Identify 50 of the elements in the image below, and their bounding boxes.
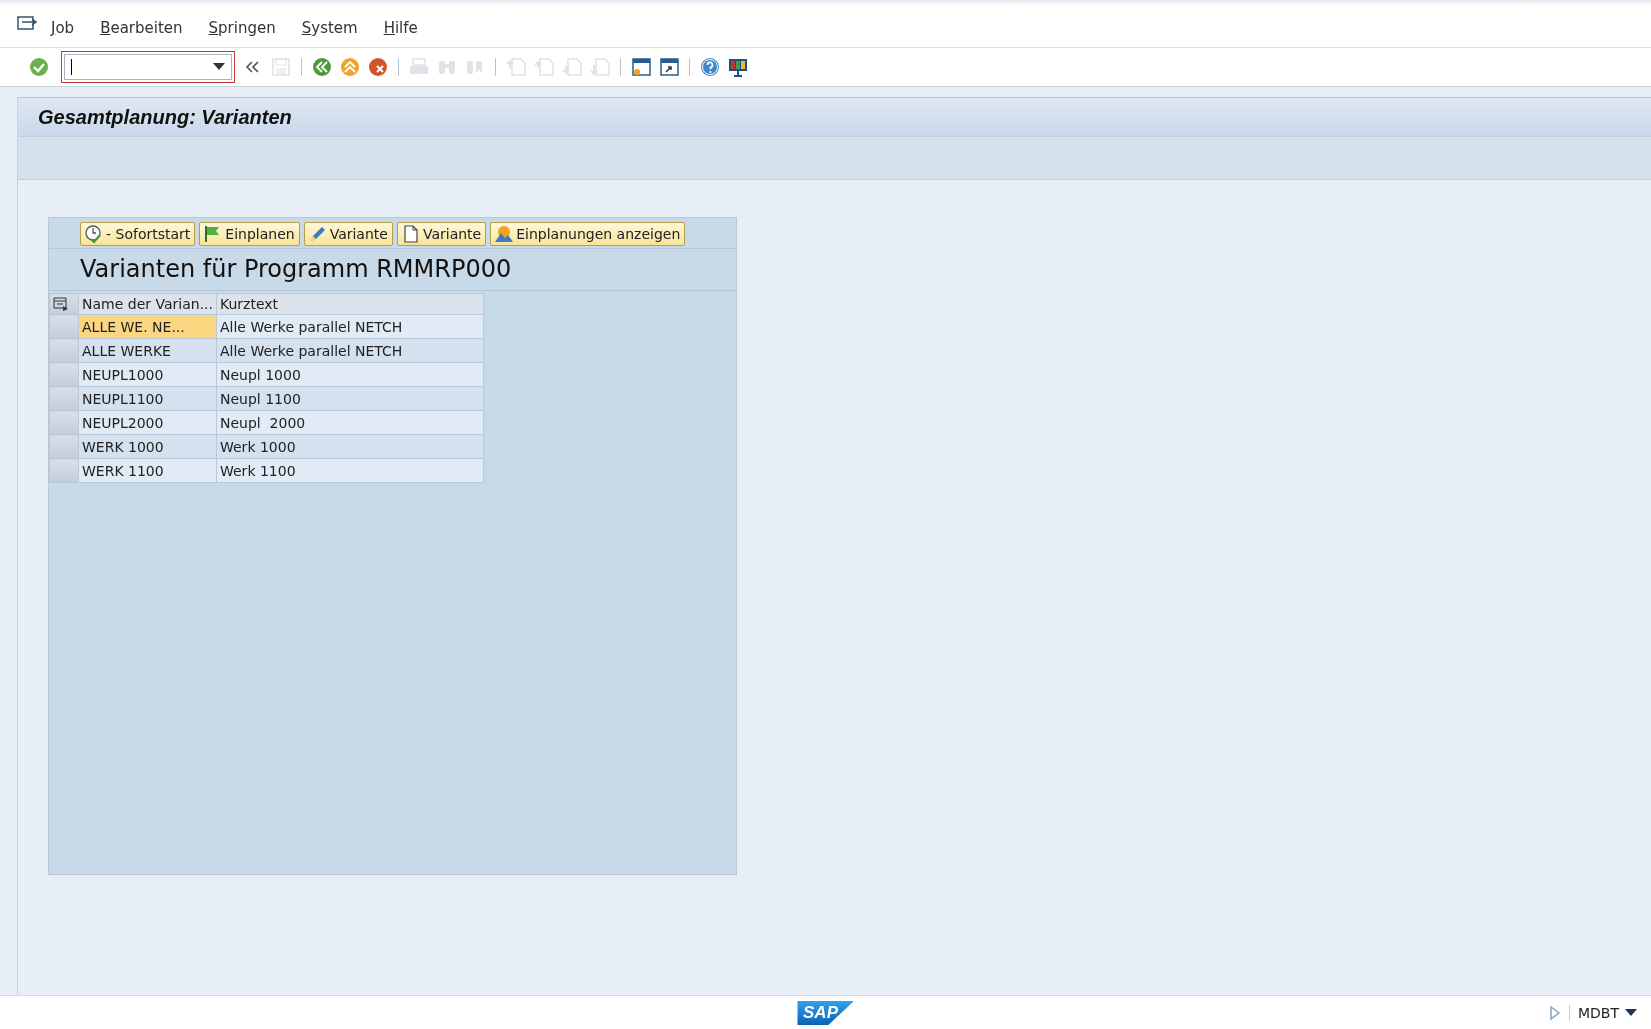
table-cell: Alle Werke parallel NETCH — [216, 314, 484, 339]
menu-item[interactable]: Job — [38, 12, 88, 43]
dropdown-icon[interactable] — [1625, 1008, 1637, 1017]
sap-logo: SAP — [797, 1001, 854, 1025]
check-icon[interactable] — [28, 56, 50, 78]
toolbar-button[interactable]: Variante — [396, 222, 487, 246]
table-cell: Neupl 1000 — [216, 362, 484, 387]
table-cell: Neupl 1100 — [216, 386, 484, 411]
row-selector[interactable] — [49, 386, 79, 411]
dropdown-icon[interactable] — [213, 63, 225, 71]
toolbar-button[interactable]: Einplanen — [199, 222, 300, 246]
toolbar-button[interactable]: Einplanungen anzeigen — [490, 222, 686, 246]
exit-icon[interactable] — [339, 56, 361, 78]
toolbar-button[interactable]: Variante — [303, 222, 393, 246]
row-selector[interactable] — [49, 338, 79, 363]
menu-item[interactable]: Bearbeiten — [87, 12, 196, 43]
row-selector[interactable] — [49, 362, 79, 387]
help-icon[interactable] — [699, 56, 721, 78]
table-cell[interactable]: ALLE WE. NE... — [78, 314, 217, 339]
cancel-icon[interactable] — [367, 56, 389, 78]
table-cell: Werk 1100 — [216, 458, 484, 483]
system-name: MDBT — [1578, 1004, 1619, 1021]
table-cell[interactable]: NEUPL1100 — [78, 386, 217, 411]
table-cell[interactable]: NEUPL1000 — [78, 362, 217, 387]
column-header[interactable]: Name der Varian... — [78, 293, 217, 315]
window-icon[interactable] — [630, 56, 652, 78]
table-cell[interactable]: NEUPL2000 — [78, 410, 217, 435]
table-cell[interactable]: ALLE WERKE — [78, 338, 217, 363]
table-cell[interactable]: WERK 1100 — [78, 458, 217, 483]
menu-item[interactable]: System — [288, 12, 371, 43]
layout-menu-icon[interactable] — [53, 297, 69, 311]
table-cell: Neupl 2000 — [216, 410, 484, 435]
table-cell[interactable]: WERK 1000 — [78, 434, 217, 459]
list-heading: Varianten für Programm RMMRP000 — [49, 249, 736, 291]
row-selector[interactable] — [49, 410, 79, 435]
menu-item[interactable]: Hilfe — [370, 12, 431, 43]
table-cell: Alle Werke parallel NETCH — [216, 338, 484, 363]
clock-check-icon — [84, 224, 103, 244]
menu-item[interactable]: Springen — [195, 12, 289, 43]
play-outline-icon[interactable] — [1549, 1004, 1561, 1021]
column-header[interactable]: Kurztext — [216, 293, 484, 315]
command-field[interactable] — [64, 54, 232, 80]
back-icon[interactable] — [311, 56, 333, 78]
toolbar-button[interactable]: - Sofortstart — [80, 222, 196, 246]
page-title: Gesamtplanung: Varianten — [18, 97, 1651, 136]
monitor-icon[interactable] — [727, 56, 749, 78]
row-selector[interactable] — [49, 458, 79, 483]
row-selector[interactable] — [49, 434, 79, 459]
mountain-sun-icon — [494, 224, 514, 244]
table-cell: Werk 1000 — [216, 434, 484, 459]
